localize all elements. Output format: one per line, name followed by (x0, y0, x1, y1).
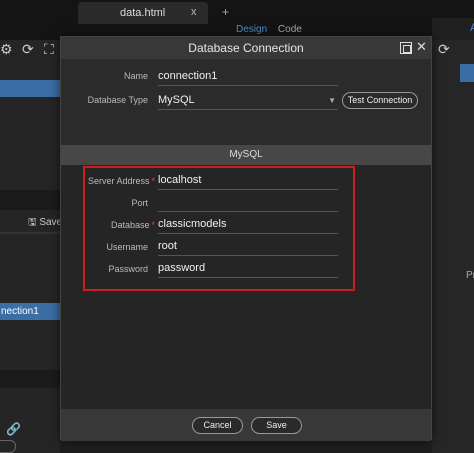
database-type-select[interactable]: MySQL ▼ (158, 92, 338, 110)
save-icon: 🖫 (28, 217, 37, 228)
left-panel (0, 40, 60, 453)
save-button[interactable]: Save (251, 417, 302, 434)
test-connection-button[interactable]: Test Connection (342, 92, 418, 109)
close-tab-icon[interactable]: x (191, 6, 197, 18)
new-tab-button[interactable]: + (222, 5, 229, 19)
expand-icon[interactable]: ⛶ (44, 41, 54, 58)
name-label: Name (123, 71, 148, 81)
code-view-tab[interactable]: Code (278, 24, 302, 35)
view-switch: Design Code (236, 24, 302, 35)
connection-settings: Name connection1 Database Type MySQL ▼ T… (61, 59, 431, 145)
dialog-footer: Cancel Save (61, 409, 431, 441)
editor-tab-bar: data.html x + Design Code (0, 0, 474, 40)
left-panel-selected-row[interactable] (0, 80, 60, 97)
name-field[interactable]: connection1 (158, 68, 338, 86)
toggle-switch[interactable] (0, 440, 16, 453)
database-type-value: MySQL (158, 94, 195, 106)
document-tab[interactable]: data.html x (78, 2, 208, 24)
link-icon[interactable]: 🔗 (6, 422, 21, 436)
chevron-down-icon: ▼ (328, 96, 336, 105)
right-panel-header (432, 18, 474, 40)
database-connection-dialog: Database Connection ✕ Name connection1 D… (60, 36, 432, 441)
database-type-label: Database Type (87, 95, 148, 105)
dialog-title: Database Connection (61, 37, 431, 59)
maximize-icon[interactable] (400, 42, 412, 54)
refresh-icon-right[interactable]: ⟳ (438, 41, 450, 58)
gear-icon[interactable]: ⚙ (0, 41, 13, 58)
left-panel-divider (0, 190, 60, 210)
right-panel-label: Pr (466, 270, 474, 281)
right-panel-selected-row[interactable] (460, 64, 474, 82)
design-view-tab[interactable]: Design (236, 24, 267, 35)
document-tab-label: data.html (120, 7, 166, 19)
left-save-button[interactable]: 🖫 Save (28, 215, 62, 232)
cancel-button[interactable]: Cancel (192, 417, 243, 434)
connection-list-item[interactable]: nection1 (0, 303, 60, 320)
highlight-box (83, 166, 355, 291)
mysql-section-header: MySQL (61, 145, 431, 165)
left-save-label: Save (39, 217, 63, 228)
close-icon[interactable]: ✕ (416, 39, 427, 55)
left-panel-divider-3 (0, 370, 60, 388)
right-panel (432, 40, 474, 453)
right-panel-tab[interactable]: A (470, 22, 474, 34)
left-panel-divider-2 (0, 232, 60, 234)
refresh-icon[interactable]: ⟳ (22, 41, 34, 58)
